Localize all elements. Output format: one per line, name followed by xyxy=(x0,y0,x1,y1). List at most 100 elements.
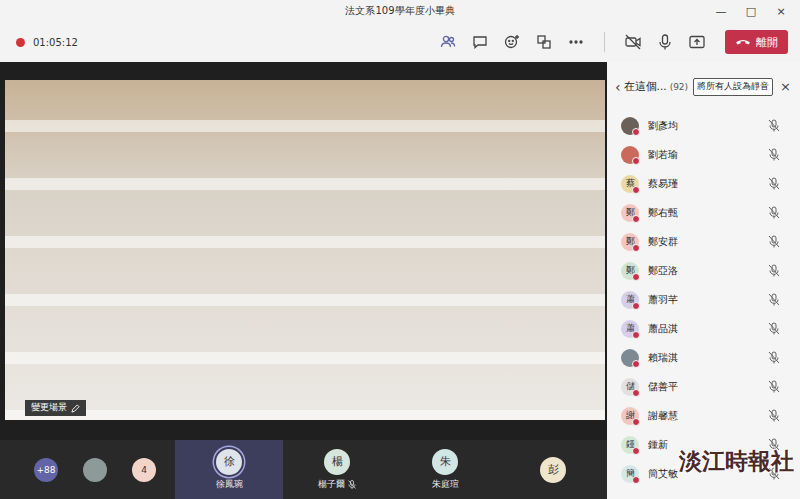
together-mode-video: 變更場景 xyxy=(5,80,605,420)
mic-off-icon[interactable] xyxy=(768,409,780,422)
busy-status-icon xyxy=(632,273,640,281)
participant-name: 謝馨慧 xyxy=(648,409,759,423)
participant-row[interactable]: 蕭 蕭羽芊 xyxy=(621,285,780,314)
participant-avatar: 儲 xyxy=(621,378,639,396)
window-control[interactable]: — xyxy=(706,5,736,18)
mic-off-icon[interactable] xyxy=(768,235,780,248)
change-scene-button[interactable]: 變更場景 xyxy=(25,400,86,416)
more-button[interactable] xyxy=(563,28,589,56)
meeting-timer: 01:05:12 xyxy=(33,37,78,48)
back-button[interactable]: ‹ xyxy=(615,79,621,95)
rooms-button[interactable] xyxy=(531,28,557,56)
mute-all-button[interactable]: 將所有人設為靜音 xyxy=(693,78,773,96)
participant-row[interactable]: 蕭 蕭品淇 xyxy=(621,314,780,343)
participant-tile[interactable]: 楊 楊子爾 xyxy=(283,440,391,499)
close-button[interactable]: × xyxy=(780,79,791,94)
participant-name: 劉彥均 xyxy=(648,119,759,133)
participant-avatar: 鄭 xyxy=(621,204,639,222)
participant-count: (92) xyxy=(670,82,688,92)
participant-avatar xyxy=(621,117,639,135)
mic-off-icon[interactable] xyxy=(768,322,780,335)
tile-avatar: 楊 xyxy=(324,449,350,475)
participant-avatar: 簡 xyxy=(621,465,639,483)
participant-avatar: 蕭 xyxy=(621,291,639,309)
busy-status-icon xyxy=(632,244,640,252)
busy-status-icon xyxy=(632,331,640,339)
mic-muted-icon xyxy=(348,480,356,489)
participant-row[interactable]: 賴瑞淇 xyxy=(621,343,780,372)
participant-row[interactable]: 鄭 鄭亞洛 xyxy=(621,256,780,285)
participant-list: 劉彥均 劉若瑜 蔡 蔡易瑾 鄭 鄭右甄 鄭 鄭安群 鄭 鄭亞洛 蕭 蕭羽芊 蕭 … xyxy=(607,111,800,499)
participant-row[interactable]: 蔡 蔡易瑾 xyxy=(621,169,780,198)
mic-off-icon[interactable] xyxy=(768,148,780,161)
panel-title: 在這個... xyxy=(624,80,667,94)
tile-avatar: 彭 xyxy=(540,457,566,483)
tile-avatar: 朱 xyxy=(432,449,458,475)
panel-header: ‹ 在這個... (92) 將所有人設為靜音 × xyxy=(607,62,800,111)
participant-strip: +88 4 徐 徐鳳琬 楊 楊子爾 朱 朱庭瑄 彭 xyxy=(0,440,607,499)
mic-off-icon[interactable] xyxy=(768,293,780,306)
participants-button[interactable] xyxy=(435,28,461,56)
busy-status-icon xyxy=(632,128,640,136)
participant-avatar xyxy=(621,146,639,164)
participant-avatar: 鍾 xyxy=(621,436,639,454)
rooms-icon xyxy=(535,33,553,51)
mic-off-icon[interactable] xyxy=(768,380,780,393)
participant-row[interactable]: 謝 謝馨慧 xyxy=(621,401,780,430)
share-icon xyxy=(688,33,706,51)
chat-button[interactable] xyxy=(467,28,493,56)
reactions-icon xyxy=(503,33,521,51)
participant-name: 鄭安群 xyxy=(648,235,759,249)
tile-name: 朱庭瑄 xyxy=(432,479,459,491)
camera-icon xyxy=(624,33,642,51)
photo-chip[interactable] xyxy=(83,458,107,482)
participant-tile[interactable]: 朱 朱庭瑄 xyxy=(391,440,499,499)
participant-row[interactable]: 鄭 鄭安群 xyxy=(621,227,780,256)
leave-button[interactable]: 離開 xyxy=(725,30,788,54)
busy-status-icon xyxy=(632,302,640,310)
count-chip[interactable]: +88 xyxy=(34,458,58,482)
participant-name: 鄭亞洛 xyxy=(648,264,759,278)
meeting-toolbar: 01:05:12 離開 xyxy=(0,22,800,62)
mic-off-icon[interactable] xyxy=(768,177,780,190)
participants-icon xyxy=(439,33,457,51)
mic-icon xyxy=(656,33,674,51)
participant-row[interactable]: 鄭 鄭右甄 xyxy=(621,198,780,227)
recording-icon xyxy=(16,38,25,47)
participant-tile[interactable]: 彭 xyxy=(499,440,607,499)
initial-chip[interactable]: 4 xyxy=(132,458,156,482)
camera-button[interactable] xyxy=(620,28,646,56)
participant-avatar: 蔡 xyxy=(621,175,639,193)
tile-name: 楊子爾 xyxy=(318,479,356,491)
mic-off-icon[interactable] xyxy=(768,119,780,132)
chat-icon xyxy=(471,33,489,51)
participants-panel: ‹ 在這個... (92) 將所有人設為靜音 × 劉彥均 劉若瑜 蔡 蔡易瑾 鄭… xyxy=(607,62,800,499)
tile-avatar: 徐 xyxy=(216,449,242,475)
participant-row[interactable]: 劉彥均 xyxy=(621,111,780,140)
window-control[interactable]: □ xyxy=(736,5,766,18)
participant-row[interactable]: 儲 儲善平 xyxy=(621,372,780,401)
mic-off-icon[interactable] xyxy=(768,206,780,219)
more-icon xyxy=(567,33,585,51)
busy-status-icon xyxy=(632,186,640,194)
participant-name: 賴瑞淇 xyxy=(648,351,759,365)
mic-button[interactable] xyxy=(652,28,678,56)
teams-meeting-window: 法文系109學年度小畢典 —□× 01:05:12 離開 變更場景 +884 徐… xyxy=(0,0,800,499)
participant-tile[interactable]: 徐 徐鳳琬 xyxy=(175,440,283,499)
participant-avatar xyxy=(621,349,639,367)
busy-status-icon xyxy=(632,389,640,397)
share-button[interactable] xyxy=(684,28,710,56)
mic-off-icon[interactable] xyxy=(768,264,780,277)
busy-status-icon xyxy=(632,418,640,426)
stage: 變更場景 xyxy=(0,62,607,440)
participant-name: 蕭羽芊 xyxy=(648,293,759,307)
reactions-button[interactable] xyxy=(499,28,525,56)
mic-off-icon[interactable] xyxy=(768,351,780,364)
participant-row[interactable]: 劉若瑜 xyxy=(621,140,780,169)
window-control[interactable]: × xyxy=(766,5,796,18)
participant-name: 蔡易瑾 xyxy=(648,177,759,191)
participant-name: 蕭品淇 xyxy=(648,322,759,336)
participant-name: 儲善平 xyxy=(648,380,759,394)
recording-status: 01:05:12 xyxy=(16,37,78,48)
participant-avatar: 蕭 xyxy=(621,320,639,338)
